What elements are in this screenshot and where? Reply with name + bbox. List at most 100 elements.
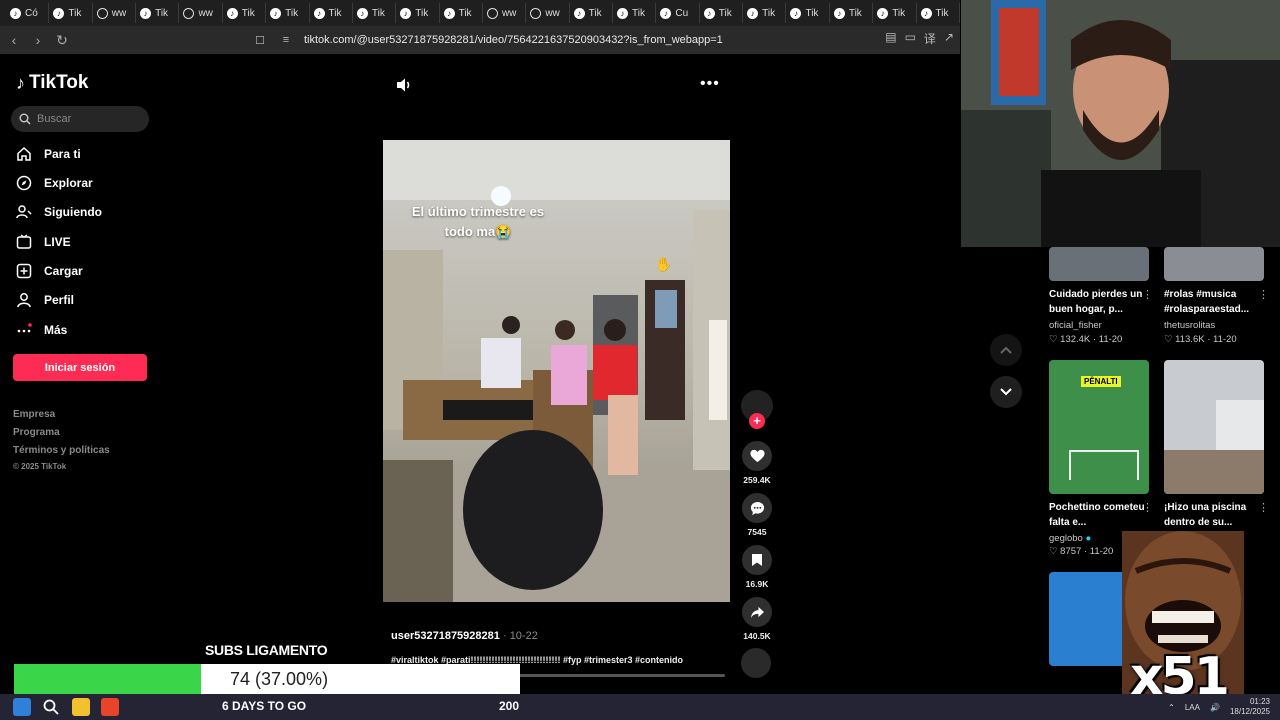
tiktok-icon: ♪ [660, 7, 672, 19]
rec-more-icon[interactable]: ⋮ [1258, 501, 1269, 514]
browser-tab[interactable]: ♪ Tik [570, 3, 614, 23]
reader-icon[interactable]: ▤ [885, 30, 896, 47]
nav-item-siguiendo[interactable]: Siguiendo [16, 204, 102, 220]
browser-tab[interactable]: ww [93, 3, 137, 23]
tiktok-icon: ♪ [703, 7, 715, 19]
browser-tab[interactable]: ww [483, 3, 527, 23]
browser-tab[interactable]: ♪ Có [6, 3, 50, 23]
nav-item-para-ti[interactable]: Para ti [16, 146, 81, 162]
browser-tab[interactable]: ♪ Cu [656, 3, 700, 23]
translate-icon[interactable]: 译 [924, 30, 936, 47]
rec-more-icon[interactable]: ⋮ [1142, 288, 1153, 301]
browser-tab[interactable]: ♪ Tik [873, 3, 917, 23]
browser-tab[interactable]: ♪ Tik [613, 3, 657, 23]
video-author[interactable]: user53271875928281 · 10-22 [391, 630, 538, 642]
nav-item-live[interactable]: LIVE [16, 234, 71, 250]
follow-plus-icon[interactable]: + [749, 413, 765, 429]
browser-tab-label: Tik [68, 7, 82, 19]
search-input[interactable]: Buscar [11, 106, 149, 132]
browser-tab[interactable]: ♪ Tik [830, 3, 874, 23]
thumb-detail [1164, 450, 1264, 494]
rec-user-name[interactable]: geglobo [1049, 533, 1083, 544]
rec-more-icon[interactable]: ⋮ [1258, 288, 1269, 301]
share-button[interactable]: 140.5K [740, 597, 774, 641]
browser-tab-label: ww [545, 7, 560, 19]
footer-link-empresa[interactable]: Empresa [13, 409, 55, 420]
volume-icon[interactable] [395, 76, 415, 96]
outlook-icon[interactable] [13, 698, 31, 716]
video-player[interactable]: El último trimestre es todo ma😭 ✋ [383, 140, 730, 602]
comment-button[interactable]: 7545 [740, 493, 774, 537]
rec-user[interactable]: thetusrolitas [1164, 320, 1215, 331]
more-options-icon[interactable]: ••• [700, 76, 719, 96]
nav-item-explorar[interactable]: Explorar [16, 175, 93, 191]
browser-tab[interactable]: ♪ Tik [396, 3, 440, 23]
browser-tab[interactable]: ♪ Tik [49, 3, 93, 23]
browser-tab[interactable]: ♪ Tik [786, 3, 830, 23]
browser-tab[interactable]: ♪ Tik [310, 3, 353, 23]
language-indicator[interactable]: LAA [1185, 703, 1200, 712]
clock[interactable]: 01:23 18/12/2025 [1230, 697, 1270, 717]
browser-tab[interactable]: ♪ Tik [266, 3, 310, 23]
site-info-icon[interactable]: ≡ [278, 34, 294, 46]
rec-user[interactable]: geglobo ● [1049, 533, 1091, 544]
share-icon[interactable]: ↗ [944, 30, 954, 47]
like-button[interactable]: 259.4K [740, 441, 774, 485]
browser-tab[interactable]: ww [179, 3, 223, 23]
scroll-down-button[interactable] [990, 376, 1022, 408]
tiktok-icon: ♪ [790, 7, 802, 19]
nav-item-cargar[interactable]: Cargar [16, 263, 83, 279]
rec-more-icon[interactable]: ⋮ [1142, 501, 1153, 514]
browser-tab-label: Tik [718, 7, 732, 19]
author-name[interactable]: user53271875928281 [391, 630, 500, 642]
scroll-up-button[interactable] [990, 334, 1022, 366]
nav-item-mas[interactable]: Más [16, 322, 67, 338]
save-button[interactable]: 16.9K [740, 545, 774, 589]
browser-tab[interactable]: ♪ Tik [917, 3, 960, 23]
tiktok-logo-icon: ♪ [16, 72, 25, 93]
tray-expand-icon[interactable]: ⌃ [1168, 703, 1175, 712]
browser-tab[interactable]: ♪ Tik [440, 3, 483, 23]
nav-item-perfil[interactable]: Perfil [16, 292, 74, 308]
rec-thumbnail[interactable]: PÊNALTI [1049, 360, 1149, 494]
rec-date: 11-20 [1098, 334, 1123, 345]
reload-icon[interactable]: ↻ [52, 30, 72, 50]
tiktok-logo[interactable]: ♪ TikTok [16, 72, 88, 94]
cast-icon[interactable]: ▭ [905, 30, 916, 47]
forward-icon[interactable]: › [28, 30, 48, 50]
browser-tab[interactable]: ♪ Tik [353, 3, 397, 23]
address-bar[interactable]: ☐ ≡ tiktok.com/@user53271875928281/video… [252, 29, 952, 51]
tiktok-icon: ♪ [617, 7, 629, 19]
footer-link-programa[interactable]: Programa [13, 427, 60, 438]
rec-user[interactable]: oficial_fisher [1049, 320, 1102, 331]
file-explorer-icon[interactable] [72, 698, 90, 716]
browser-tab[interactable]: ww [526, 3, 570, 23]
back-icon[interactable]: ‹ [4, 30, 24, 50]
browser-tab-label: Tik [285, 7, 299, 19]
browser-tab[interactable]: ♪ Tik [700, 3, 744, 23]
browser-tab[interactable]: ♪ Tik [223, 3, 267, 23]
login-button[interactable]: Iniciar sesión [13, 354, 147, 381]
rec-thumbnail[interactable] [1164, 247, 1264, 281]
music-disc-icon[interactable] [741, 648, 771, 678]
browser-tab-label: Tik [632, 7, 645, 19]
chevron-up-icon [1000, 346, 1012, 354]
rec-thumbnail[interactable] [1164, 360, 1264, 494]
share-count: 140.5K [743, 631, 771, 641]
more-dots-icon [16, 322, 32, 338]
live-icon [16, 234, 32, 250]
comment-count: 7545 [747, 527, 767, 537]
browser-navbar: ‹ › ↻ ☐ ≡ tiktok.com/@user53271875928281… [0, 26, 960, 54]
clock-date: 18/12/2025 [1229, 707, 1270, 716]
brave-browser-icon[interactable] [101, 698, 119, 716]
penalty-badge: PÊNALTI [1081, 376, 1121, 387]
volume-tray-icon[interactable]: 🔊 [1210, 703, 1220, 712]
rec-thumbnail[interactable] [1049, 247, 1149, 281]
url-text[interactable]: tiktok.com/@user53271875928281/video/756… [304, 34, 723, 46]
footer-link-terminos[interactable]: Términos y políticas [13, 445, 110, 456]
browser-tab[interactable]: ♪ Tik [136, 3, 180, 23]
nav-label: Cargar [44, 264, 83, 278]
browser-tab[interactable]: ♪ Tik [743, 3, 787, 23]
search-taskbar-icon[interactable] [42, 698, 60, 716]
bookmark-icon[interactable]: ☐ [252, 34, 268, 47]
